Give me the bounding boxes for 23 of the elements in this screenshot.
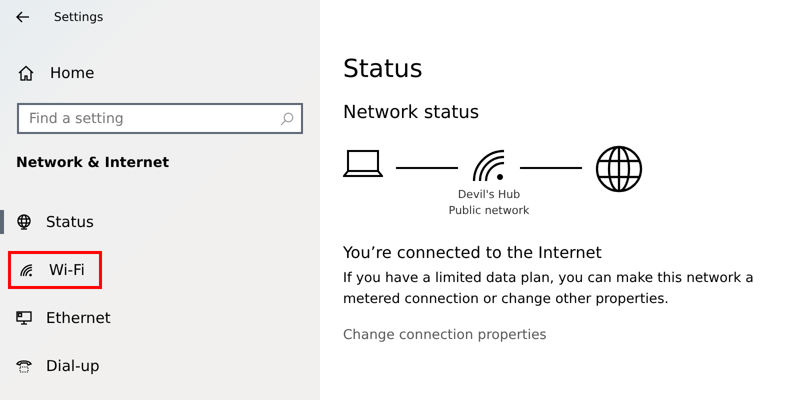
- section-heading: Network status: [343, 102, 480, 123]
- description-text: If you have a limited data plan, you can make this network a metered connection or change other properties.: [343, 269, 755, 309]
- page-title: Status: [343, 54, 424, 85]
- network-name: Devil's Hub: [458, 187, 520, 203]
- globe-icon: [16, 214, 32, 230]
- nav-item[interactable]: Ethernet: [16, 309, 111, 327]
- phone-icon: [16, 358, 32, 374]
- monitor-icon: [16, 310, 32, 326]
- search-icon: [280, 112, 294, 126]
- wifi-icon: [19, 262, 35, 278]
- connection-properties-link[interactable]: Change connection properties: [343, 327, 547, 343]
- nav-item[interactable]: Dial-up: [16, 357, 100, 375]
- network-type: Public network: [448, 203, 530, 219]
- window-title: Settings: [54, 10, 104, 24]
- globe-icon: [595, 145, 643, 193]
- home-link[interactable]: Home: [0, 58, 320, 88]
- connection-status: You’re connected to the Internet: [343, 243, 603, 262]
- nav-item[interactable]: Wi-Fi: [8, 251, 102, 289]
- section-heading: Network & Internet: [16, 155, 170, 173]
- home-icon: [18, 65, 34, 81]
- nav-item[interactable]: Status: [16, 213, 94, 231]
- search-field[interactable]: Find a setting: [17, 103, 303, 134]
- back-arrow-icon[interactable]: [16, 11, 30, 23]
